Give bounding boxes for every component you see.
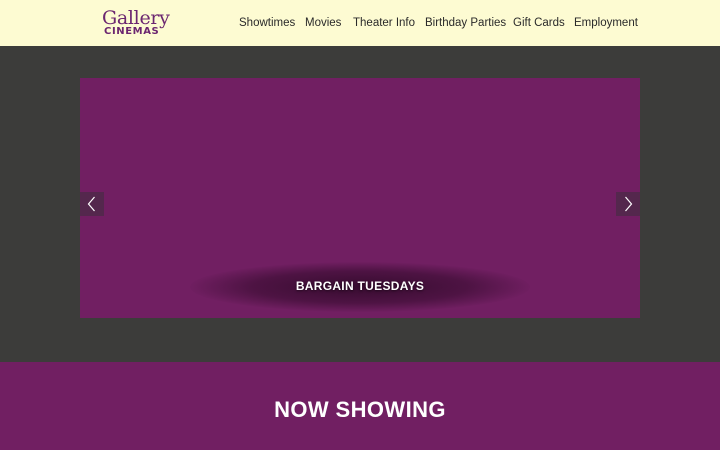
chevron-left-icon <box>87 196 95 212</box>
nav-birthday-parties[interactable]: Birthday Parties <box>425 16 506 30</box>
nav-showtimes[interactable]: Showtimes <box>239 16 295 30</box>
slide-caption: BARGAIN TUESDAYS <box>295 279 425 293</box>
nav-employment[interactable]: Employment <box>574 16 638 30</box>
hero-slider: BARGAIN TUESDAYS <box>0 46 720 362</box>
chevron-right-icon <box>625 196 633 212</box>
now-showing-section: NOW SHOWING <box>0 362 720 450</box>
site-header: Gallery CINEMAS Showtimes Movies Theater… <box>0 0 720 46</box>
now-showing-heading: NOW SHOWING <box>274 397 446 422</box>
nav-gift-cards[interactable]: Gift Cards <box>513 16 565 30</box>
slider-next-button[interactable] <box>616 192 640 216</box>
main-nav: Showtimes Movies Theater Info Birthday P… <box>0 0 720 46</box>
slider-prev-button[interactable] <box>80 192 104 216</box>
slide-bargain-tuesdays[interactable]: BARGAIN TUESDAYS <box>80 78 640 318</box>
nav-movies[interactable]: Movies <box>305 16 341 30</box>
nav-theater-info[interactable]: Theater Info <box>353 16 415 30</box>
